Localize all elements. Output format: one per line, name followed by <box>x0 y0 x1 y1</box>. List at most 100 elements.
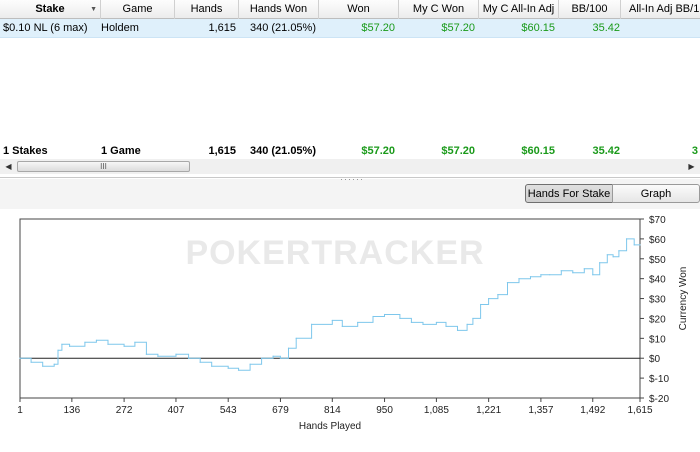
data-point <box>84 341 86 343</box>
cell-my-c-allin-adj: $60.15 <box>521 22 555 34</box>
data-point <box>639 244 641 246</box>
x-tick-label: 1,615 <box>627 405 652 416</box>
col-header-hands[interactable]: Hands <box>175 0 239 19</box>
data-point <box>341 325 343 327</box>
x-tick-label: 272 <box>116 405 133 416</box>
data-point <box>599 262 601 264</box>
data-point <box>272 355 274 357</box>
data-point <box>625 238 628 240</box>
col-header-stake-label: Stake <box>35 3 65 15</box>
x-tick-label: 543 <box>220 405 237 416</box>
col-header-bb100[interactable]: BB/100 <box>559 0 621 19</box>
scroll-right-icon[interactable]: ▶ <box>684 160 699 173</box>
col-header-my-c-allin-adj[interactable]: My C All-In Adj <box>479 0 559 19</box>
cell-won: $57.20 <box>361 22 395 34</box>
y-tick-label: $70 <box>649 215 666 226</box>
data-point <box>572 272 574 274</box>
data-point <box>435 321 438 324</box>
x-tick-label: 814 <box>324 405 341 416</box>
splitter-grip-icon[interactable]: ······ <box>340 175 364 184</box>
data-point <box>57 349 59 351</box>
data-point <box>19 357 21 359</box>
data-point <box>422 323 424 326</box>
profit-chart: POKERTRACKER $70 $60 $50 $40 $30 $20 $10 $0 $-10 $… <box>0 209 700 452</box>
data-point <box>61 343 63 345</box>
table-header: Stake ▼ Game Hands Hands Won Won My C Wo… <box>0 0 700 19</box>
data-point <box>188 357 190 359</box>
data-point <box>445 325 447 327</box>
x-tick-label: 950 <box>376 405 393 416</box>
data-point <box>606 254 608 256</box>
col-header-allin-adj-bb[interactable]: All-In Adj BB/1 <box>621 0 700 19</box>
data-point <box>410 321 413 324</box>
data-point <box>488 297 490 300</box>
data-point <box>618 250 620 252</box>
data-point <box>529 276 532 278</box>
data-point <box>279 357 282 359</box>
data-point <box>633 244 635 246</box>
data-point <box>53 363 55 365</box>
y-tick-label: $50 <box>649 255 666 266</box>
horizontal-scrollbar[interactable]: ◀ III ▶ <box>0 159 700 174</box>
data-point <box>540 274 542 276</box>
data-point <box>211 365 213 367</box>
col-header-hands-won[interactable]: Hands Won <box>239 0 319 19</box>
data-point <box>295 337 297 339</box>
col-header-won[interactable]: Won <box>319 0 399 19</box>
data-point <box>372 315 374 318</box>
x-tick-label: 1,492 <box>580 405 605 416</box>
x-tick-label: 136 <box>64 405 81 416</box>
table-row[interactable]: $0.10 NL (6 max) Holdem 1,615 340 (21.05… <box>0 19 700 38</box>
tab-graph[interactable]: Graph <box>612 184 700 203</box>
data-point <box>310 323 313 326</box>
data-point <box>123 345 125 347</box>
cell-hands: 1,615 <box>208 22 236 34</box>
tab-hands-for-stake[interactable]: Hands For Stake <box>525 184 613 203</box>
y-tick-label: $10 <box>649 334 666 345</box>
x-tick-label: 407 <box>168 405 185 416</box>
profit-chart-svg: POKERTRACKER $70 $60 $50 $40 $30 $20 $10 $0 $-10 $… <box>17 215 689 432</box>
stats-table: Stake ▼ Game Hands Hands Won Won My C Wo… <box>0 0 700 178</box>
data-point <box>107 343 109 345</box>
data-point <box>518 278 520 280</box>
y-axis-title: Currency Won <box>678 267 689 331</box>
data-point <box>331 319 333 322</box>
cell-hands-won: 340 (21.05%) <box>249 22 316 34</box>
y-tick-label: $40 <box>649 275 666 286</box>
data-point <box>357 321 359 324</box>
data-point <box>134 341 136 343</box>
data-point <box>383 313 386 316</box>
data-point <box>592 274 594 276</box>
data-point <box>466 323 468 326</box>
x-tick-label: 679 <box>272 405 289 416</box>
data-point <box>157 355 159 357</box>
data-point <box>227 367 229 369</box>
watermark-text: POKERTRACKER <box>185 234 484 272</box>
data-point <box>399 317 401 320</box>
x-tick-label: 1,221 <box>476 405 501 416</box>
data-point <box>506 282 509 284</box>
data-point <box>237 369 240 371</box>
data-point <box>95 339 98 341</box>
y-tick-label: $-20 <box>649 394 669 405</box>
y-tick-label: $30 <box>649 295 666 306</box>
cell-bb100: 35.42 <box>592 22 620 34</box>
sort-desc-icon[interactable]: ▼ <box>90 0 97 19</box>
x-tick-label: 1,085 <box>424 405 449 416</box>
data-point <box>261 357 263 359</box>
data-point <box>479 303 482 306</box>
col-header-game[interactable]: Game <box>101 0 175 19</box>
x-tick-label: 1,357 <box>528 405 553 416</box>
data-point <box>175 353 177 355</box>
data-point <box>199 361 201 363</box>
data-point <box>583 268 585 270</box>
col-header-my-c-won[interactable]: My C Won <box>399 0 479 19</box>
y-tick-label: $0 <box>649 354 661 365</box>
data-point <box>68 345 71 347</box>
scrollbar-thumb[interactable]: III <box>17 161 190 172</box>
data-point <box>560 270 562 272</box>
col-header-stake[interactable]: Stake ▼ <box>0 0 101 19</box>
data-point <box>287 347 290 349</box>
data-point <box>456 329 459 331</box>
scroll-left-icon[interactable]: ◀ <box>1 160 16 173</box>
